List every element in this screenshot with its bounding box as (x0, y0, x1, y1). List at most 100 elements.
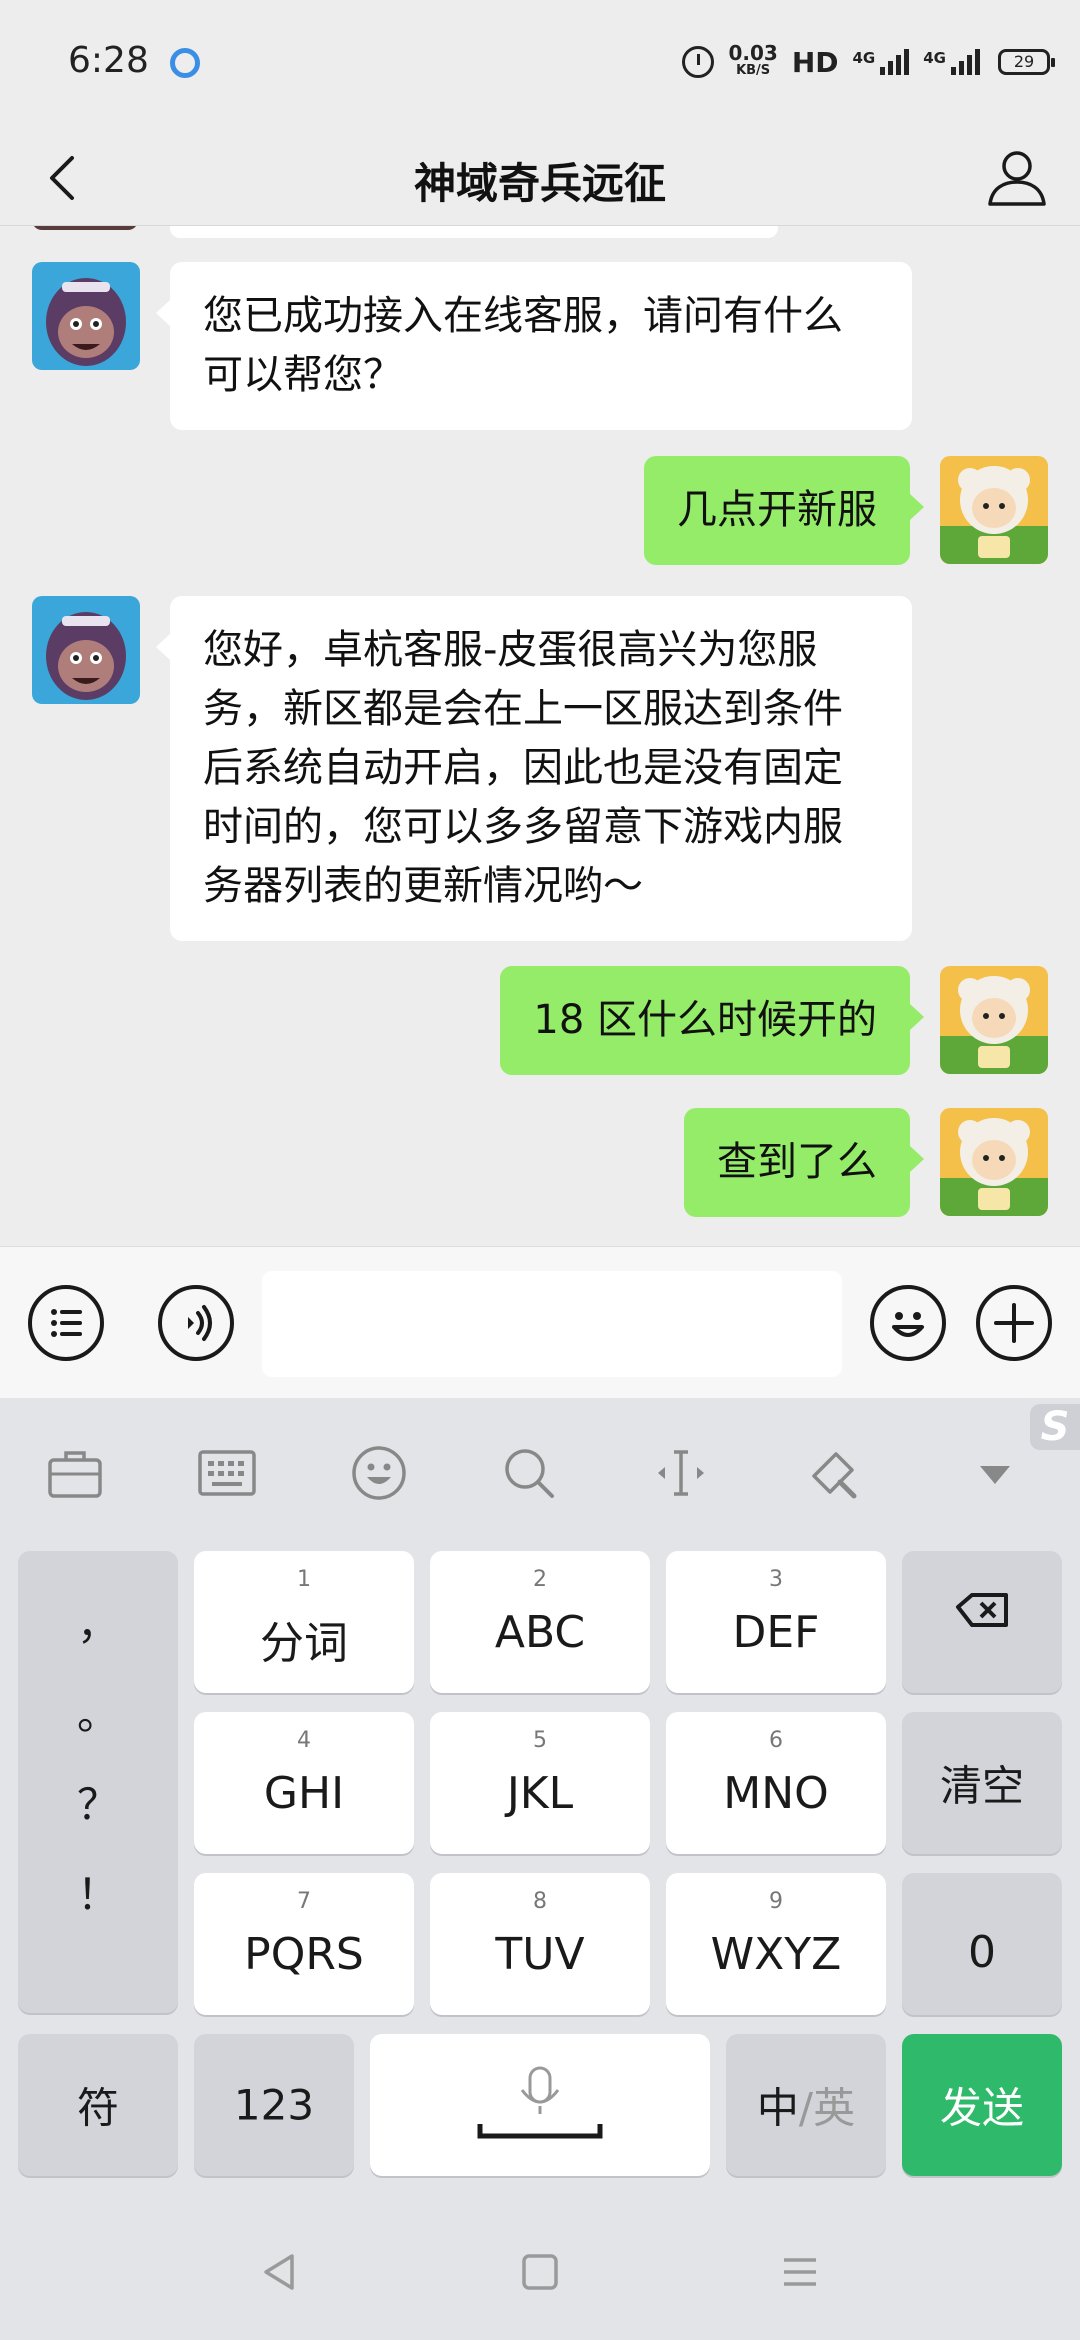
emoji-button[interactable] (870, 1285, 946, 1361)
key-number: 7 (297, 1889, 311, 1914)
alarm-icon (682, 46, 715, 78)
punct-comma[interactable]: ， (18, 1591, 178, 1652)
nav-recents-icon[interactable] (776, 2248, 824, 2296)
ime-keyboard: S ， 。 ？ ！ 1 分词 2 ABC 3 DEF 4 GHI 5 JKL 6… (0, 1398, 1080, 2340)
punctuation-column[interactable]: ， 。 ？ ！ (18, 1551, 178, 2013)
signal-4g-2-label: 4G (923, 49, 946, 67)
voice-input-button[interactable] (158, 1285, 234, 1361)
key-label: GHI (263, 1768, 345, 1819)
language-switch-key[interactable]: 中/英 (726, 2034, 886, 2176)
key-number: 3 (769, 1567, 783, 1592)
search-icon[interactable] (496, 1440, 562, 1506)
keyboard-toolbar: S (0, 1398, 1080, 1548)
chat-message-list[interactable]: 您已成功接入在线客服，请问有什么可以帮您？ 几点开新服 您好，卓杭客服-皮蛋很高… (0, 226, 1080, 1246)
key-number: 6 (769, 1728, 783, 1753)
status-bar: 6:28 0.03 KB/S HD 4G 4G 29 (0, 0, 1080, 130)
language-switch-label: 中/英 (726, 2075, 886, 2136)
emoji-panel-icon[interactable] (346, 1440, 412, 1506)
key-3-def[interactable]: 3 DEF (666, 1551, 886, 1693)
key-number: 8 (533, 1889, 547, 1914)
menu-list-button[interactable] (28, 1285, 104, 1361)
numbers-key[interactable]: 123 (194, 2034, 354, 2176)
status-indicators: 0.03 KB/S HD 4G 4G 29 (682, 42, 1055, 82)
key-label: JKL (506, 1768, 574, 1819)
hide-keyboard-icon[interactable] (962, 1440, 1028, 1506)
backspace-key[interactable] (902, 1551, 1062, 1693)
user-avatar[interactable] (940, 456, 1048, 564)
battery-icon: 29 (998, 49, 1055, 75)
key-1-fenci[interactable]: 1 分词 (194, 1551, 414, 1693)
status-time: 6:28 (68, 40, 149, 81)
key-label: WXYZ (710, 1929, 842, 1980)
key-number: 1 (297, 1567, 311, 1592)
voice-icon (188, 1305, 212, 1341)
key-8-tuv[interactable]: 8 TUV (430, 1873, 650, 2015)
message-input-bar (0, 1246, 1080, 1398)
signal-4g-2-icon: 4G (923, 49, 980, 75)
toolbox-icon[interactable] (42, 1440, 108, 1506)
message-bubble-sent[interactable]: 18 区什么时候开的 (500, 966, 924, 1075)
key-6-mno[interactable]: 6 MNO (666, 1712, 886, 1854)
message-bubble-sent[interactable]: 查到了么 (684, 1108, 924, 1217)
user-avatar[interactable] (940, 966, 1048, 1074)
send-button[interactable]: 发送 (902, 2034, 1062, 2176)
title-bar: 神域奇兵远征 (0, 130, 1080, 226)
key-label: DEF (732, 1607, 820, 1658)
key-number: 4 (297, 1728, 311, 1753)
space-voice-key[interactable] (370, 2034, 710, 2176)
network-speed: 0.03 KB/S (728, 43, 777, 80)
profile-icon[interactable] (984, 144, 1050, 210)
punct-period[interactable]: 。 (18, 1681, 178, 1742)
clear-key-label: 清空 (939, 1761, 1024, 1811)
message-bubble-sent[interactable]: 几点开新服 (644, 456, 924, 565)
signal-4g-1-label: 4G (852, 49, 876, 67)
system-navigation-bar (0, 2200, 1080, 2340)
previous-avatar-partial (32, 226, 138, 230)
cursor-move-icon[interactable] (648, 1440, 714, 1506)
key-0[interactable]: 0 (902, 1873, 1062, 2015)
symbols-key[interactable]: 符 (18, 2034, 178, 2176)
punct-question[interactable]: ？ (18, 1771, 178, 1832)
clear-key[interactable]: 清空 (902, 1712, 1062, 1854)
send-button-label: 发送 (939, 2083, 1024, 2133)
signal-4g-1-icon: 4G (853, 49, 910, 75)
key-label: 分词 (260, 1618, 348, 1669)
key-label: ABC (494, 1607, 586, 1658)
emoji-icon (892, 1312, 924, 1337)
sogou-logo: S (1030, 1404, 1080, 1450)
nav-home-icon[interactable] (516, 2248, 564, 2296)
nav-back-icon[interactable] (256, 2248, 304, 2296)
key-label: MNO (723, 1768, 829, 1819)
lang-en: 英 (813, 2083, 856, 2133)
key-2-abc[interactable]: 2 ABC (430, 1551, 650, 1693)
agent-avatar[interactable] (32, 596, 140, 704)
key-label: TUV (495, 1929, 585, 1980)
key-label: 0 (968, 1927, 996, 1978)
key-label: PQRS (244, 1929, 364, 1980)
user-avatar[interactable] (940, 1108, 1048, 1216)
key-4-ghi[interactable]: 4 GHI (194, 1712, 414, 1854)
keyboard-switch-icon[interactable] (194, 1440, 260, 1506)
microphone-space-icon (477, 2066, 603, 2139)
key-number: 5 (533, 1728, 547, 1753)
previous-message-partial (170, 226, 778, 238)
message-text-input[interactable] (262, 1271, 842, 1377)
symbols-key-label: 符 (76, 2083, 119, 2133)
hd-indicator: HD (791, 45, 839, 79)
numbers-key-label: 123 (233, 2080, 315, 2130)
page-title: 神域奇兵远征 (413, 159, 666, 208)
plus-icon (994, 1303, 1034, 1343)
message-bubble-received[interactable]: 您好，卓杭客服-皮蛋很高兴为您服务，新区都是会在上一区服达到条件后系统自动开启，… (156, 596, 912, 941)
message-bubble-received[interactable]: 您已成功接入在线客服，请问有什么可以帮您？ (156, 262, 912, 430)
browser-notification-icon (170, 48, 200, 78)
key-7-pqrs[interactable]: 7 PQRS (194, 1873, 414, 2015)
key-5-jkl[interactable]: 5 JKL (430, 1712, 650, 1854)
key-9-wxyz[interactable]: 9 WXYZ (666, 1873, 886, 2015)
punct-exclamation[interactable]: ！ (18, 1861, 178, 1922)
key-number: 9 (769, 1889, 783, 1914)
agent-avatar[interactable] (32, 262, 140, 370)
key-number: 2 (533, 1567, 547, 1592)
list-icon (51, 1309, 82, 1337)
more-plus-button[interactable] (976, 1285, 1052, 1361)
skin-brush-icon[interactable] (800, 1440, 866, 1506)
